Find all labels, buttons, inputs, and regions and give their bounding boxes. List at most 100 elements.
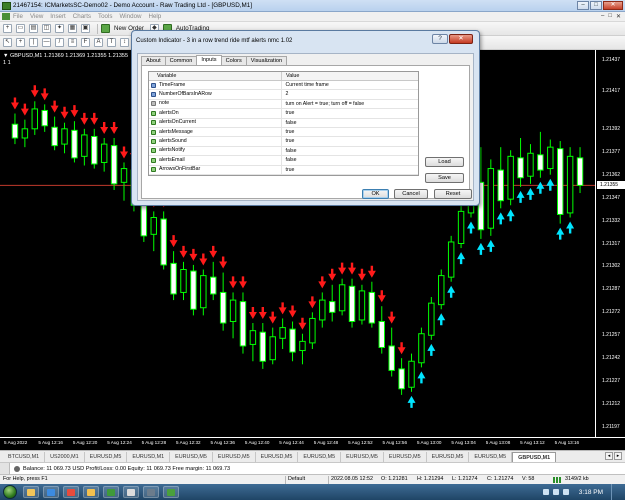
chart-tab[interactable]: EURUSD,M5 <box>384 451 427 462</box>
load-button[interactable]: Load <box>425 157 464 167</box>
terminal-icon[interactable]: ▦ <box>68 24 77 33</box>
input-row-3[interactable]: alertsOn true <box>149 109 419 119</box>
reset-button[interactable]: Reset <box>434 189 472 199</box>
menu-view[interactable]: View <box>30 13 43 20</box>
tab-scroll-right-icon[interactable]: ▸ <box>614 452 622 460</box>
chart-tab[interactable]: EURUSD,M1 <box>127 451 171 462</box>
chart-tab[interactable]: EURUSD,M5 <box>256 451 299 462</box>
new-chart-icon[interactable]: + <box>3 24 12 33</box>
crosshair-icon[interactable]: + <box>16 38 25 47</box>
input-value-cell[interactable]: false <box>282 119 419 127</box>
navigator-icon[interactable]: ✦ <box>55 24 64 33</box>
menu-insert[interactable]: Insert <box>50 13 65 20</box>
input-row-8[interactable]: alertsEmail false <box>149 156 419 166</box>
volume-icon[interactable] <box>562 489 569 495</box>
cursor-icon[interactable]: ↖ <box>3 38 12 47</box>
input-row-7[interactable]: alertsNotify false <box>149 146 419 157</box>
variable-column-header[interactable]: Variable <box>149 72 282 80</box>
menu-app-icon[interactable] <box>2 13 10 20</box>
chart-tab[interactable]: EURUSD,M5 <box>469 451 513 462</box>
tester-icon[interactable]: ▣ <box>81 24 90 33</box>
chart-tab[interactable]: EURUSD,M5 <box>298 451 342 462</box>
input-value-cell[interactable]: false <box>282 156 419 164</box>
input-row-6[interactable]: alertsSound true <box>149 137 419 147</box>
time-axis[interactable]: 5 Aug 2022 5 Aug 12:16 5 Aug 12:20 5 Aug 12… <box>0 437 625 450</box>
dialog-close-button[interactable]: ✕ <box>449 34 473 44</box>
media-player-taskbar-icon[interactable] <box>43 486 59 498</box>
ok-button[interactable]: OK <box>362 189 389 199</box>
maximize-button[interactable]: □ <box>590 1 602 10</box>
fibonacci-icon[interactable]: F <box>81 38 90 47</box>
minimize-button[interactable]: – <box>577 1 589 10</box>
chart-tab[interactable]: EURUSD,M5 <box>170 451 213 462</box>
taskbar-clock[interactable]: 3:18 PM <box>579 489 603 496</box>
input-row-5[interactable]: alertsMessage true <box>149 127 419 138</box>
value-column-header[interactable]: Value <box>282 72 299 80</box>
new-order-icon[interactable] <box>101 24 110 33</box>
input-row-1[interactable]: NumberOfBarsInARow 2 <box>149 90 419 100</box>
mdi-minimize-button[interactable]: – <box>601 13 604 20</box>
price-axis[interactable]: 1.21355 1.21437 1.21417 1.21392 1.21377 1.21… <box>595 50 625 437</box>
tab-scroll-left-icon[interactable]: ◂ <box>605 452 613 460</box>
tab-inputs[interactable]: Inputs <box>196 55 222 65</box>
text-icon[interactable]: A <box>94 38 103 47</box>
input-row-0[interactable]: TimeFrame Current time frame <box>149 81 419 91</box>
arrows-icon[interactable]: ↕ <box>120 38 129 47</box>
tab-about[interactable]: About <box>141 56 166 65</box>
chart-tab[interactable]: BTCUSD,M1 <box>3 451 46 462</box>
input-value-cell[interactable]: false <box>282 147 419 155</box>
horizontal-line-icon[interactable]: — <box>42 38 51 47</box>
chart-tab[interactable]: EURUSD,M5 <box>341 451 384 462</box>
input-value-cell[interactable]: Current time frame <box>282 81 419 89</box>
show-desktop-button[interactable] <box>611 484 617 500</box>
input-value-cell[interactable]: true <box>282 137 419 145</box>
channel-icon[interactable]: ≡ <box>68 38 77 47</box>
chart-tab[interactable]: EURUSD,M5 <box>85 451 128 462</box>
tray-expand-icon[interactable] <box>542 489 549 495</box>
trendline-icon[interactable]: / <box>55 38 64 47</box>
chart-tab[interactable]: EURUSD,M5 <box>213 451 256 462</box>
chart-tab[interactable]: US2000,M1 <box>45 451 85 462</box>
dialog-help-button[interactable]: ? <box>432 34 448 44</box>
vertical-line-icon[interactable]: | <box>29 38 38 47</box>
time-tick-label: 5 Aug 13:12 <box>520 440 545 445</box>
input-value-cell[interactable]: turn on Alert = true; turn off = false <box>282 100 419 108</box>
input-value-cell[interactable]: true <box>282 128 419 136</box>
profiles-icon[interactable]: ▭ <box>16 24 25 33</box>
input-value-cell[interactable]: true <box>282 166 419 174</box>
input-row-9[interactable]: ArrowsOnFirstBar true <box>149 165 419 175</box>
market-watch-icon[interactable]: ▤ <box>29 24 38 33</box>
menu-help[interactable]: Help <box>148 13 161 20</box>
folder-taskbar-icon[interactable] <box>83 486 99 498</box>
input-row-2[interactable]: note turn on Alert = true; turn off = fal… <box>149 99 419 110</box>
tab-common[interactable]: Common <box>164 56 198 65</box>
chart-tab[interactable]: GBPUSD,M1 <box>512 451 557 462</box>
terminal-taskbar-icon[interactable] <box>143 486 159 498</box>
cancel-button[interactable]: Cancel <box>394 189 428 199</box>
input-value-cell[interactable]: 2 <box>282 90 419 98</box>
close-button[interactable]: ✕ <box>603 1 623 10</box>
label-icon[interactable]: T <box>107 38 116 47</box>
explorer-taskbar-icon[interactable] <box>23 486 39 498</box>
chart-tab[interactable]: EURUSD,M5 <box>427 451 470 462</box>
metatrader-2-taskbar-icon[interactable] <box>163 486 179 498</box>
input-row-4[interactable]: alertsOnCurrent false <box>149 118 419 128</box>
start-button-icon[interactable] <box>3 485 17 499</box>
mdi-close-button[interactable]: ✕ <box>616 13 621 20</box>
mdi-restore-button[interactable]: □ <box>608 13 612 20</box>
menu-file[interactable]: File <box>13 13 23 20</box>
down-arrow-signal <box>20 103 29 116</box>
terminal-side-handle[interactable] <box>0 462 10 475</box>
tab-colors[interactable]: Colors <box>220 56 247 65</box>
tab-visualization[interactable]: Visualization <box>245 56 288 65</box>
input-value-cell[interactable]: true <box>282 109 419 117</box>
metatrader-taskbar-icon[interactable] <box>103 486 119 498</box>
menu-window[interactable]: Window <box>119 13 141 20</box>
chrome-taskbar-icon[interactable] <box>63 486 79 498</box>
notepad-taskbar-icon[interactable] <box>123 486 139 498</box>
data-window-icon[interactable]: ◫ <box>42 24 51 33</box>
menu-tools[interactable]: Tools <box>98 13 112 20</box>
menu-charts[interactable]: Charts <box>73 13 91 20</box>
save-button[interactable]: Save <box>425 173 464 183</box>
network-icon[interactable] <box>552 489 559 495</box>
